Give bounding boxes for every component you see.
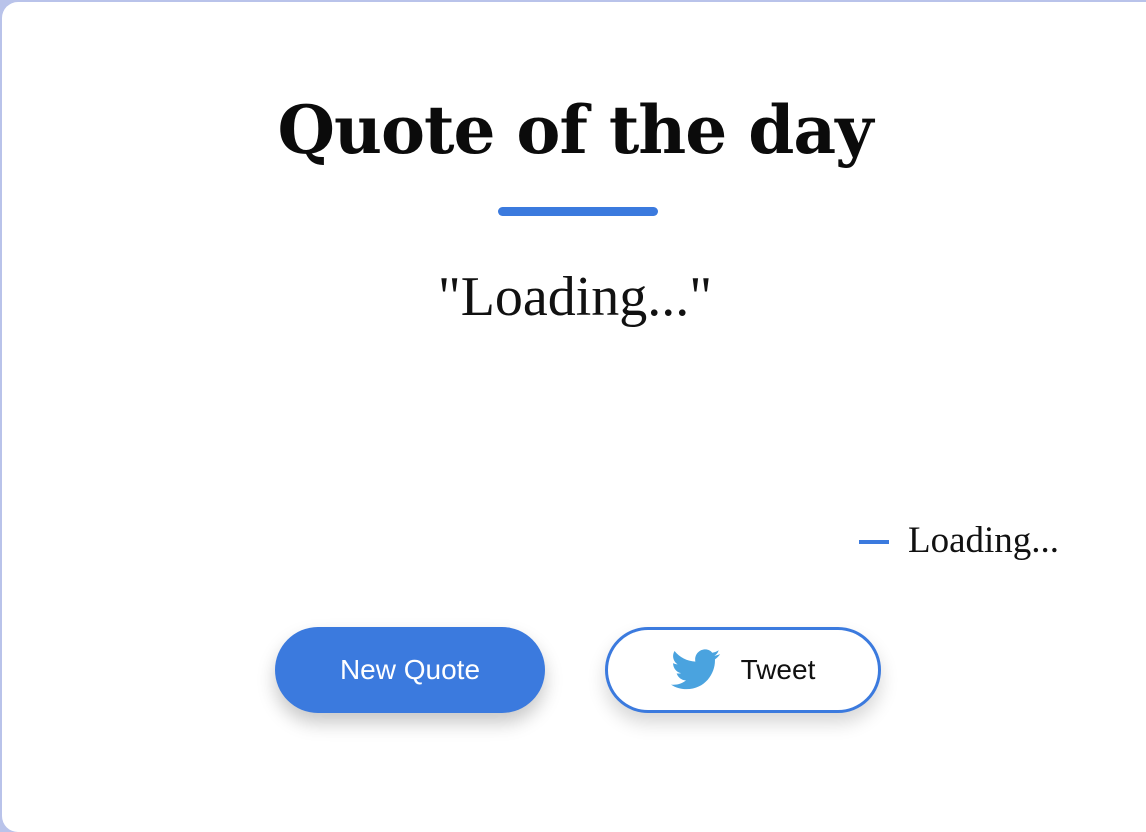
tweet-button-label: Tweet xyxy=(740,654,816,685)
page-title: Quote of the day xyxy=(277,91,873,169)
new-quote-button-label: New Quote xyxy=(339,654,481,685)
tweet-button[interactable]: Tweet xyxy=(605,627,881,713)
title-underline xyxy=(498,207,658,216)
new-quote-button[interactable]: New Quote xyxy=(275,627,545,713)
author-dash xyxy=(859,540,889,544)
quote-author: Loading... xyxy=(908,520,1060,561)
twitter-bird-icon xyxy=(670,649,721,691)
quote-card: Quote of the day "Loading..." Loading...… xyxy=(2,2,1146,832)
quote-text: "Loading..." xyxy=(437,266,713,328)
